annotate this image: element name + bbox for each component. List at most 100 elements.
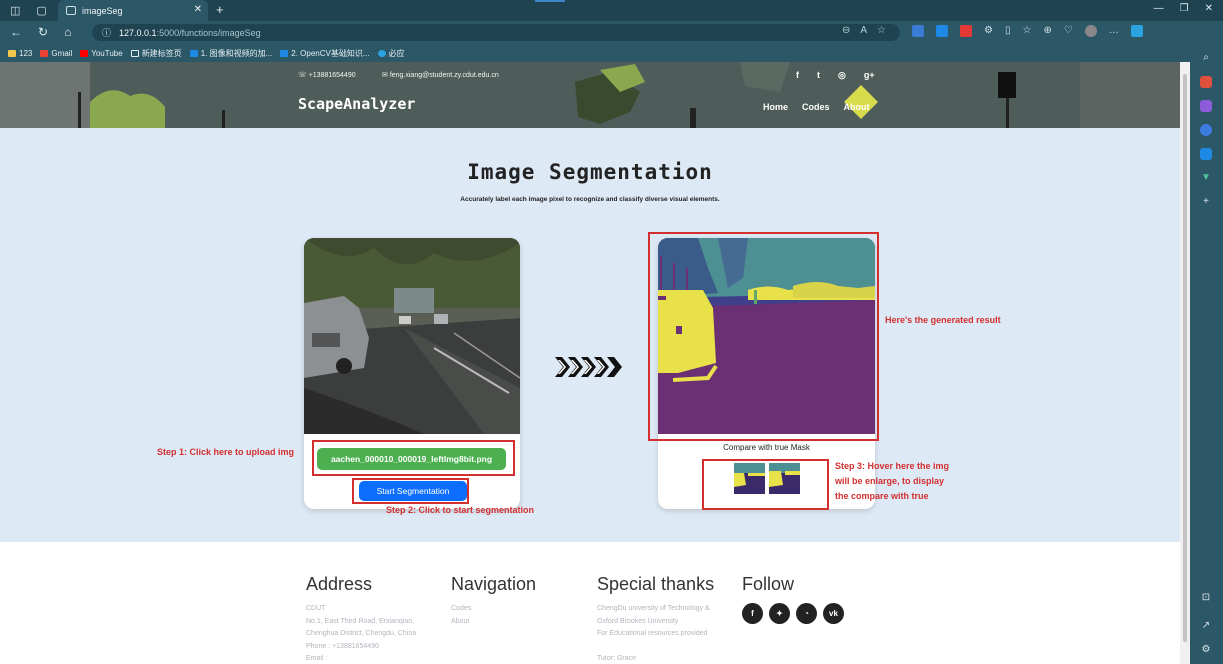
bing-icon: [377, 49, 386, 57]
nav-home[interactable]: Home: [763, 102, 788, 112]
home-icon[interactable]: ⌂: [64, 25, 71, 39]
page-icon: [130, 49, 139, 57]
tab-title: imageSeg: [82, 5, 123, 16]
chevron-arrows-icon: [555, 357, 622, 377]
scrollbar-thumb[interactable]: [1183, 74, 1187, 642]
footer-navigation-heading: Navigation: [451, 574, 537, 594]
site-header: ☏ +13881654490 ✉ feng.xiang@student.zy.c…: [0, 62, 1180, 128]
browser-tab[interactable]: imageSeg ✕: [58, 0, 208, 21]
sidebar-settings-icon[interactable]: ⚙: [1200, 644, 1212, 656]
footer-thanks-heading: Special thanks: [597, 574, 715, 594]
hide-sidebar-icon[interactable]: ⊡: [1200, 592, 1212, 604]
more-menu-icon[interactable]: …: [1109, 25, 1119, 37]
back-icon[interactable]: ←: [10, 25, 22, 39]
site-info-icon[interactable]: ⓘ: [102, 26, 111, 39]
step1-annotation: Step 1: Click here to upload img: [157, 447, 295, 457]
zoom-icon[interactable]: ⊖: [842, 25, 850, 36]
outlook-icon[interactable]: [1200, 148, 1212, 160]
url-host: 127.0.0.1: [119, 27, 157, 38]
vk-icon[interactable]: vk: [823, 603, 844, 624]
step3-highlight-box: [702, 459, 829, 510]
address-bar: ← ↻ ⌂ ⓘ 127.0.0.1 :5000/functions/imageS…: [0, 21, 1223, 44]
main-section: [0, 128, 1180, 542]
dribbble-icon[interactable]: ◎: [838, 70, 846, 81]
bookmark-folder-123[interactable]: 123: [8, 49, 32, 58]
favorite-star-icon[interactable]: ☆: [877, 25, 886, 36]
bookmark-site-icon: [280, 49, 289, 57]
split-screen-icon[interactable]: ▯: [1005, 25, 1011, 37]
collections-icon[interactable]: ⊕: [1043, 25, 1051, 37]
extensions-icon[interactable]: ⚙: [984, 25, 993, 37]
twitter-icon[interactable]: t: [817, 70, 820, 81]
twitter-icon[interactable]: ✦: [769, 603, 790, 624]
brand-logo[interactable]: ScapeAnalyzer: [298, 95, 415, 113]
bookmark-1[interactable]: 1. 图像和视频的加...: [189, 48, 272, 59]
browser-tab-bar: ◫ ▢ imageSeg ✕ + — ❐ ✕: [0, 0, 1223, 21]
drop-icon[interactable]: ▼: [1200, 172, 1212, 184]
bookmark-newtab[interactable]: 新建标签页: [130, 48, 182, 59]
extension-2-icon[interactable]: [936, 25, 948, 37]
extension-3-icon[interactable]: [960, 25, 972, 37]
tab-actions-icon[interactable]: ▢: [36, 4, 46, 17]
google-plus-icon[interactable]: g+: [864, 70, 875, 81]
refresh-icon[interactable]: ↻: [38, 25, 48, 39]
step1-highlight-box: [312, 440, 515, 476]
tab-favicon-icon: [66, 6, 76, 15]
footer-navigation: Navigation Codes About: [451, 574, 536, 628]
page-subtitle: Accurately label each image pixel to rec…: [460, 196, 720, 203]
step3-annotation: Step 3: Hover here the img will be enlar…: [835, 461, 950, 501]
search-icon[interactable]: ⌕: [1200, 52, 1212, 64]
browser-essentials-icon[interactable]: ♡: [1064, 25, 1073, 37]
facebook-icon[interactable]: f: [742, 603, 763, 624]
read-aloud-icon[interactable]: A: [860, 25, 867, 36]
extension-1-icon[interactable]: [912, 25, 924, 37]
profile-avatar[interactable]: [1084, 25, 1097, 37]
footer-follow-heading: Follow: [742, 574, 795, 594]
new-tab-icon[interactable]: +: [216, 2, 224, 17]
facebook-icon[interactable]: f: [796, 70, 799, 81]
page-scrollbar[interactable]: [1180, 62, 1190, 664]
tab-accent: [535, 0, 565, 2]
folder-icon: [8, 49, 16, 57]
bookmark-bing[interactable]: 必应: [377, 48, 405, 59]
games-icon[interactable]: [1200, 124, 1212, 136]
open-external-icon[interactable]: ↗: [1200, 620, 1212, 632]
add-sidebar-app-icon[interactable]: +: [1200, 196, 1212, 208]
footer-address: Address CDUT No.1, East Third Road, Erxi…: [306, 574, 417, 662]
footer-link-about[interactable]: About: [451, 616, 536, 629]
step2-annotation: Step 2: Click to start segmentation: [386, 505, 535, 515]
browser-sidebar: ⌕ ▼ + ⊡ ↗ ⚙: [1190, 44, 1223, 664]
restore-icon[interactable]: ❐: [1180, 3, 1189, 14]
input-street-image: [304, 238, 520, 434]
copilot-icon[interactable]: [1130, 25, 1143, 37]
header-background-art: [0, 62, 1180, 128]
footer-address-heading: Address: [306, 574, 373, 594]
site-footer: Address CDUT No.1, East Third Road, Erxi…: [0, 542, 1180, 664]
tools-icon[interactable]: [1200, 100, 1212, 112]
bookmark-2[interactable]: 2. OpenCV基础知识...: [280, 48, 370, 59]
workspaces-icon[interactable]: ◫: [10, 4, 20, 17]
minimize-icon[interactable]: —: [1154, 3, 1164, 14]
bookmark-youtube[interactable]: YouTube: [80, 49, 123, 58]
favorites-icon[interactable]: ☆: [1022, 25, 1031, 37]
result-annotation: Here's the generated result: [885, 315, 1001, 325]
close-window-icon[interactable]: ✕: [1205, 3, 1213, 14]
result-highlight-box: [648, 232, 879, 441]
footer-follow: Follow f ✦ ◔ vk: [742, 574, 844, 624]
close-tab-icon[interactable]: ✕: [194, 4, 202, 15]
footer-thanks: Special thanks ChengDu university of Tec…: [597, 574, 715, 662]
step2-highlight-box: [352, 478, 469, 504]
url-path: :5000/functions/imageSeg: [156, 27, 261, 38]
compare-mask-label: Compare with true Mask: [723, 443, 810, 452]
web-page: ☏ +13881654490 ✉ feng.xiang@student.zy.c…: [0, 62, 1180, 664]
bookmark-gmail[interactable]: Gmail: [40, 49, 72, 58]
nav-about[interactable]: About: [844, 102, 870, 112]
header-phone: ☏ +13881654490: [298, 72, 356, 79]
gmail-icon: [40, 49, 49, 57]
footer-link-codes[interactable]: Codes: [451, 603, 536, 616]
rss-icon[interactable]: ◔: [796, 603, 817, 624]
shopping-icon[interactable]: [1200, 76, 1212, 88]
header-email: ✉ feng.xiang@student.zy.cdut.edu.cn: [382, 72, 499, 79]
url-input[interactable]: ⓘ 127.0.0.1 :5000/functions/imageSeg ⊖ A…: [92, 24, 900, 41]
nav-codes[interactable]: Codes: [802, 102, 830, 112]
